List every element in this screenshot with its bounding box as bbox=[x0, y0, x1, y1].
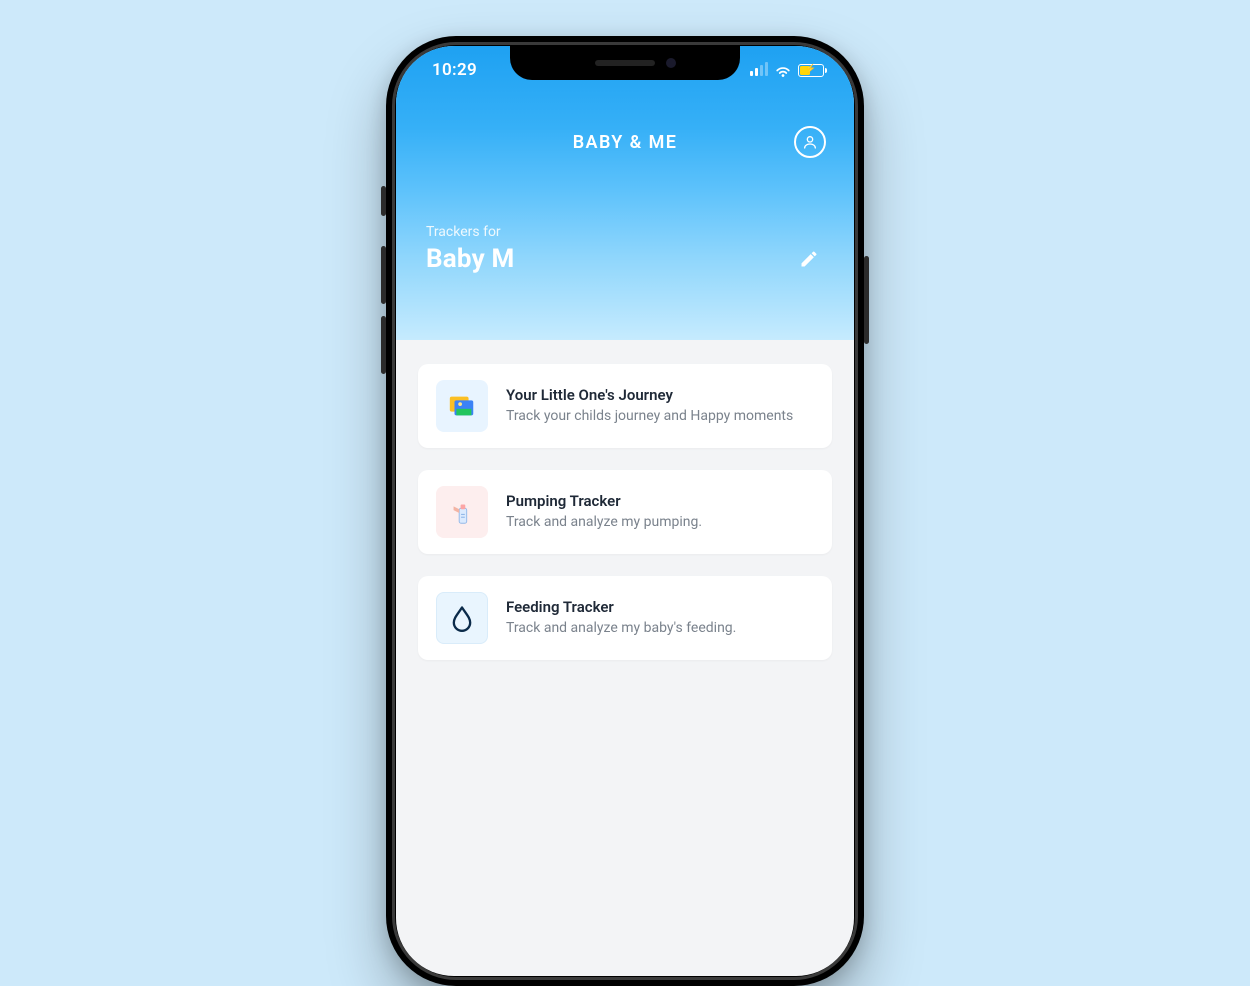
tracker-card-journey[interactable]: Your Little One's Journey Track your chi… bbox=[418, 364, 832, 448]
tracker-card-title: Pumping Tracker bbox=[506, 492, 814, 510]
trackers-for-label: Trackers for bbox=[426, 224, 515, 240]
wifi-icon bbox=[774, 64, 792, 77]
screen: 10:29 ⚡ bbox=[396, 46, 854, 976]
person-icon bbox=[802, 134, 818, 150]
battery-icon: ⚡ bbox=[798, 64, 824, 77]
status-icons: ⚡ bbox=[750, 64, 824, 77]
phone-frame: 10:29 ⚡ bbox=[386, 36, 864, 986]
edit-button[interactable] bbox=[794, 244, 824, 274]
pencil-icon bbox=[799, 249, 819, 269]
tracker-card-feeding[interactable]: Feeding Tracker Track and analyze my bab… bbox=[418, 576, 832, 660]
journey-icon bbox=[436, 380, 488, 432]
tracker-card-pumping[interactable]: Pumping Tracker Track and analyze my pum… bbox=[418, 470, 832, 554]
app-title: BABY & ME bbox=[573, 132, 678, 153]
tracker-card-desc: Track your childs journey and Happy mome… bbox=[506, 407, 814, 426]
battery-charging-icon: ⚡ bbox=[805, 66, 816, 75]
tracker-card-title: Feeding Tracker bbox=[506, 598, 814, 616]
status-time: 10:29 bbox=[432, 60, 477, 80]
brand-row: BABY & ME bbox=[396, 106, 854, 178]
speaker-grill bbox=[595, 60, 655, 66]
power-button bbox=[864, 256, 869, 344]
notch bbox=[510, 46, 740, 80]
volume-up-button bbox=[381, 246, 386, 304]
tracker-card-desc: Track and analyze my pumping. bbox=[506, 513, 814, 532]
tracker-card-desc: Track and analyze my baby's feeding. bbox=[506, 619, 814, 638]
tracker-card-title: Your Little One's Journey bbox=[506, 386, 814, 404]
front-camera bbox=[666, 58, 676, 68]
profile-button[interactable] bbox=[794, 126, 826, 158]
tracker-list: Your Little One's Journey Track your chi… bbox=[396, 340, 854, 684]
mute-switch bbox=[381, 186, 386, 216]
baby-name: Baby M bbox=[426, 244, 515, 274]
droplet-icon bbox=[436, 592, 488, 644]
subheader: Trackers for Baby M bbox=[396, 178, 854, 298]
volume-down-button bbox=[381, 316, 386, 374]
pump-icon bbox=[436, 486, 488, 538]
cellular-signal-icon bbox=[750, 64, 768, 76]
